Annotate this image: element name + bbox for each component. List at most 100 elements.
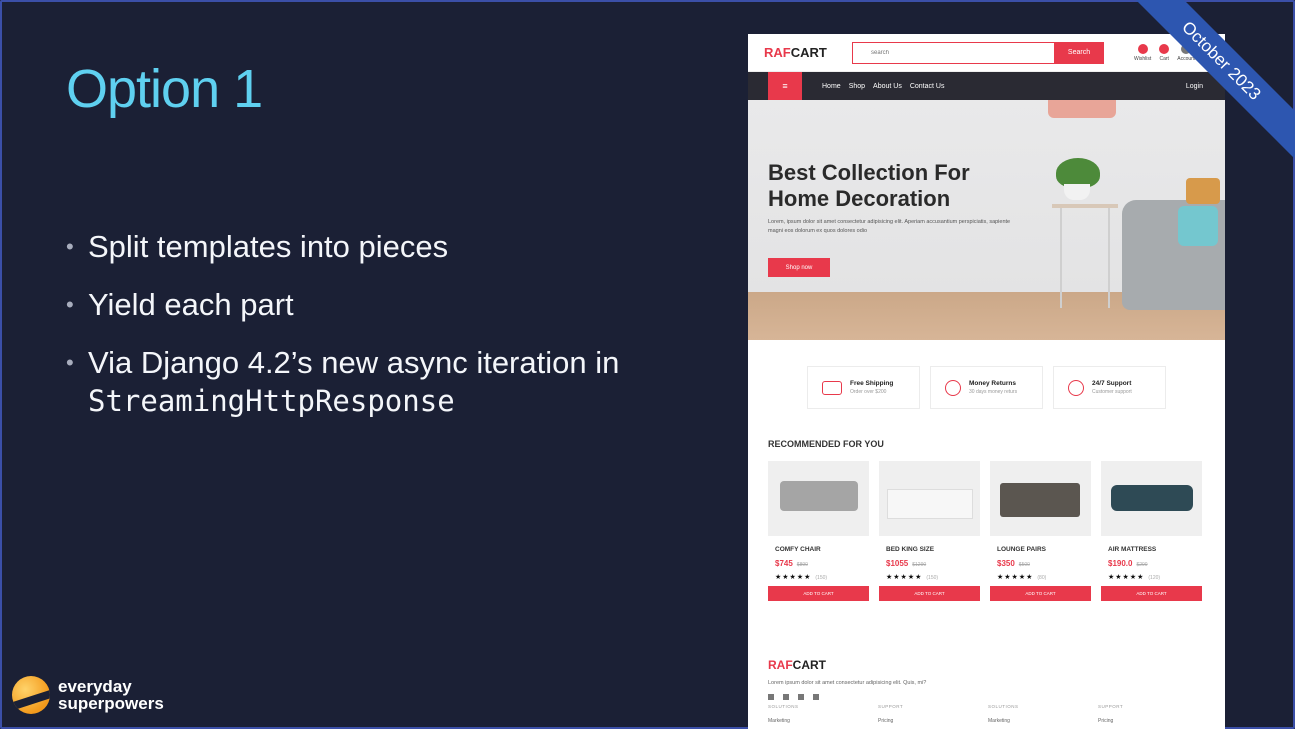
search-bar: Search	[852, 41, 1104, 64]
rating-stars: ★★★★★	[997, 574, 1034, 581]
cart-icon	[1159, 43, 1170, 54]
product-old-price: $890	[796, 562, 808, 568]
nav-contact[interactable]: Contact Us	[910, 83, 945, 90]
logo-line-1: everyday	[58, 677, 132, 696]
hero-title: Best Collection For Home Decoration	[768, 160, 970, 211]
rating-stars: ★★★★★	[1108, 574, 1145, 581]
code-snippet: StreamingHttpResponse	[88, 384, 455, 418]
facebook-icon[interactable]	[768, 694, 774, 700]
truck-icon	[822, 380, 842, 395]
bullet-text: Yield each part	[88, 287, 294, 322]
footer-col-heading: SUPPORT	[1098, 704, 1124, 709]
product-name[interactable]: COMFY CHAIR	[775, 546, 869, 553]
menu-icon[interactable]: ≡	[768, 72, 802, 100]
instagram-icon[interactable]	[783, 694, 789, 700]
product-name[interactable]: LOUNGE PAIRS	[997, 546, 1091, 553]
feature-card: Free Shipping Order over $200	[807, 366, 920, 409]
product-card[interactable]: LOUNGE PAIRS $350 $500 ★★★★★ (80) ADD TO C…	[990, 461, 1091, 601]
product-image[interactable]	[990, 461, 1091, 536]
bullet-dot-icon: •	[66, 234, 74, 259]
site-header: RAFCART Search Wishlist Cart Account	[748, 34, 1225, 72]
add-to-cart-button[interactable]: ADD TO CART	[1101, 586, 1202, 601]
hero-banner: Best Collection For Home Decoration Lore…	[748, 100, 1225, 340]
plant-pot-image	[1064, 184, 1090, 200]
logo-line-2: superpowers	[58, 694, 164, 713]
rating-count: (150)	[815, 575, 828, 581]
feature-card: 24/7 Support Customer support	[1053, 366, 1166, 409]
table-leg	[1060, 208, 1062, 308]
product-price: $745	[775, 559, 793, 568]
sun-logo-icon	[12, 676, 50, 714]
product-card[interactable]: BED KING SIZE $1055 $1290 ★★★★★ (150) ADD …	[879, 461, 980, 601]
add-to-cart-button[interactable]: ADD TO CART	[990, 586, 1091, 601]
product-image[interactable]	[768, 461, 869, 536]
product-old-price: $500	[1018, 562, 1030, 568]
rating-stars: ★★★★★	[775, 574, 812, 581]
bullet-item: • Yield each part	[66, 286, 706, 324]
footer-col-heading: SOLUTIONS	[768, 704, 799, 709]
rating-count: (150)	[926, 575, 939, 581]
wishlist-link[interactable]: Wishlist	[1134, 43, 1151, 62]
add-to-cart-button[interactable]: ADD TO CART	[768, 586, 869, 601]
product-image[interactable]	[879, 461, 980, 536]
product-price: $190.0	[1108, 559, 1133, 568]
footer-brand[interactable]: RAFCART	[768, 658, 1208, 672]
nav-login[interactable]: Login	[1186, 83, 1203, 90]
heart-icon	[1137, 43, 1148, 54]
recommended-heading: RECOMMENDED FOR YOU	[768, 439, 884, 449]
add-to-cart-button[interactable]: ADD TO CART	[879, 586, 980, 601]
slide-title: Option 1	[66, 59, 263, 119]
github-icon[interactable]	[813, 694, 819, 700]
bullet-dot-icon: •	[66, 292, 74, 317]
bullet-item: • Via Django 4.2’s new async iteration i…	[66, 344, 706, 420]
footer-description: Lorem ipsum dolor sit amet consectetur a…	[768, 680, 927, 686]
cushion-image	[1186, 178, 1220, 204]
product-old-price: $290	[1136, 562, 1148, 568]
product-price: $350	[997, 559, 1015, 568]
footer-col-heading: SUPPORT	[878, 704, 904, 709]
search-button[interactable]: Search	[1054, 41, 1104, 64]
rating-count: (120)	[1148, 575, 1161, 581]
bullet-text: Split templates into pieces	[88, 229, 449, 264]
product-card[interactable]: COMFY CHAIR $745 $890 ★★★★★ (150) ADD TO C…	[768, 461, 869, 601]
rating-count: (80)	[1037, 575, 1047, 581]
product-price: $1055	[886, 559, 909, 568]
product-card[interactable]: AIR MATTRESS $190.0 $290 ★★★★★ (120) ADD T…	[1101, 461, 1202, 601]
bullet-text: Via Django 4.2’s new async iteration in	[88, 345, 620, 380]
lamp-image	[1048, 100, 1116, 118]
bullet-dot-icon: •	[66, 350, 74, 375]
product-image[interactable]	[1101, 461, 1202, 536]
cushion-image	[1178, 206, 1218, 246]
site-brand[interactable]: RAFCART	[764, 45, 852, 60]
footer-link[interactable]: Marketing	[768, 718, 878, 724]
features-row: Free Shipping Order over $200 Money Retur…	[748, 366, 1225, 409]
product-grid: COMFY CHAIR $745 $890 ★★★★★ (150) ADD TO C…	[768, 461, 1225, 601]
social-links	[768, 694, 1208, 700]
shop-now-button[interactable]: Shop now	[768, 258, 830, 277]
headset-icon	[1068, 379, 1084, 396]
nav-shop[interactable]: Shop	[849, 83, 865, 90]
product-old-price: $1290	[912, 562, 927, 568]
table-leg	[1108, 208, 1110, 308]
footer-link[interactable]: Marketing	[988, 718, 1098, 724]
nav-home[interactable]: Home	[822, 83, 841, 90]
site-footer: RAFCART Lorem ipsum dolor sit amet conse…	[768, 658, 1208, 724]
bullet-list: • Split templates into pieces • Yield ea…	[66, 228, 706, 440]
product-name[interactable]: AIR MATTRESS	[1108, 546, 1202, 553]
site-nav: ≡ Home Shop About Us Contact Us Login	[748, 72, 1225, 100]
footer-link[interactable]: Pricing	[1098, 718, 1208, 724]
twitter-icon[interactable]	[798, 694, 804, 700]
bullet-item: • Split templates into pieces	[66, 228, 706, 266]
search-input[interactable]	[852, 41, 1054, 64]
brand-logo: everyday superpowers	[12, 676, 164, 714]
product-name[interactable]: BED KING SIZE	[886, 546, 980, 553]
hero-text: Lorem, ipsum dolor sit amet consectetur …	[768, 219, 1011, 234]
money-icon	[945, 379, 961, 396]
footer-col-heading: SOLUTIONS	[988, 704, 1019, 709]
website-mockup: RAFCART Search Wishlist Cart Account ≡ H…	[748, 34, 1225, 729]
nav-about[interactable]: About Us	[873, 83, 902, 90]
footer-link[interactable]: Pricing	[878, 718, 988, 724]
feature-card: Money Returns 30 days money returs	[930, 366, 1043, 409]
rating-stars: ★★★★★	[886, 574, 923, 581]
cart-link[interactable]: Cart	[1159, 43, 1170, 62]
